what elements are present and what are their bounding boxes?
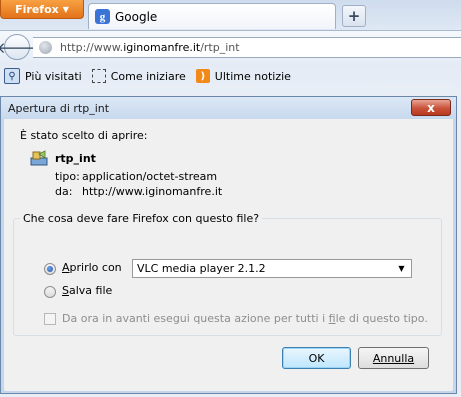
back-arrow-icon: 🡐 [0,38,38,57]
magnifier-icon: ⚲ [4,68,20,84]
close-icon: x [427,100,435,115]
bookmarks-toolbar: ⚲ Più visitati Come iniziare ) Ultime no… [0,63,461,89]
chevron-down-icon: ▼ [398,264,405,273]
open-with-label[interactable]: Aprirlo con [62,261,122,274]
dialog-body: È stato scelto di aprire: rtp_int tipo: … [5,119,452,391]
dialog-title: Apertura di rtp_int [8,101,110,115]
bookmark-ultime-notizie[interactable]: ) Ultime notizie [195,69,291,83]
selected-application: VLC media player 2.1.2 [137,262,266,275]
type-label: tipo: [55,170,80,183]
blank-page-icon [91,69,106,83]
remember-choice-checkbox[interactable] [44,313,56,325]
save-file-radio[interactable] [44,286,56,298]
file-type-icon [30,150,48,166]
url-bar[interactable]: http://www.iginomanfre.it/rtp_int [33,37,461,58]
from-label: da: [55,185,73,198]
firefox-menu-label: Firefox [15,2,59,16]
application-select[interactable]: VLC media player 2.1.2 ▼ [132,259,412,278]
plus-icon: + [347,7,361,25]
bookmark-piu-visitati[interactable]: ⚲ Più visitati [4,68,82,84]
url-text: http://www.iginomanfre.it/rtp_int [60,41,240,54]
from-value: http://www.iginomanfre.it [82,185,223,198]
navigation-toolbar: 🡐 http://www.iginomanfre.it/rtp_int [0,30,461,62]
globe-icon [39,41,52,54]
chevron-down-icon: ▼ [62,4,69,14]
new-tab-button[interactable]: + [342,5,366,27]
open-file-dialog: Apertura di rtp_int x È stato scelto di … [0,96,457,394]
type-value: application/octet-stream [82,170,218,183]
tab-google[interactable]: g Google [88,3,336,29]
action-question: Che cosa deve fare Firefox con questo fi… [20,212,263,225]
ok-button[interactable]: OK [282,347,351,369]
remember-choice-label: Da ora in avanti esegui questa azione pe… [62,312,428,325]
google-favicon-icon: g [95,9,110,24]
bookmark-come-iniziare[interactable]: Come iniziare [91,69,186,83]
browser-chrome: Firefox ▼ g Google + 🡐 http://www.iginom… [0,0,461,95]
tab-title: Google [115,9,158,24]
open-with-radio[interactable] [44,263,56,275]
firefox-menu-button[interactable]: Firefox ▼ [0,0,84,19]
cancel-button[interactable]: Annulla [358,347,429,369]
close-button[interactable]: x [411,99,451,116]
dialog-titlebar[interactable]: Apertura di rtp_int x [1,97,456,119]
back-button[interactable]: 🡐 [0,34,37,60]
rss-feed-icon: ) [195,69,210,83]
intro-text: È stato scelto di aprire: [20,129,148,142]
file-name: rtp_int [55,152,96,165]
save-file-label[interactable]: Salva file [62,284,112,297]
